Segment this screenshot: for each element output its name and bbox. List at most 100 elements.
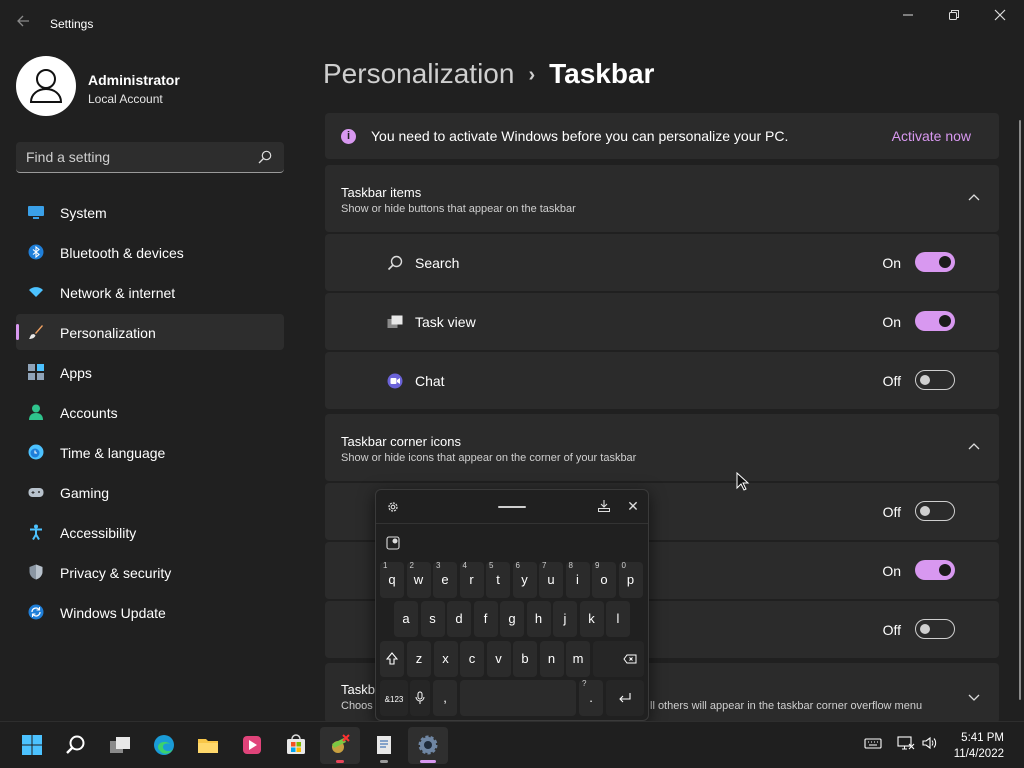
activate-now-link[interactable]: Activate now	[892, 128, 971, 144]
backspace-key[interactable]	[593, 641, 644, 677]
update-icon	[28, 604, 44, 620]
symbols-key[interactable]: &123	[380, 680, 408, 716]
clock-icon	[28, 444, 44, 460]
dock-icon[interactable]	[597, 499, 611, 513]
gear-icon	[418, 735, 438, 755]
drag-handle[interactable]	[498, 506, 526, 508]
key-l[interactable]: l	[606, 601, 630, 637]
key-h[interactable]: h	[526, 601, 551, 637]
taskbar-search-button[interactable]	[56, 727, 96, 764]
key-d[interactable]: d	[447, 601, 471, 637]
key-v[interactable]: v	[486, 641, 511, 677]
key-o[interactable]: o9	[592, 561, 616, 598]
sidebar-item-system[interactable]: System	[16, 194, 284, 230]
toggle-state: Off	[882, 622, 901, 638]
scrollbar[interactable]	[1019, 120, 1021, 700]
back-arrow-icon[interactable]	[16, 14, 34, 32]
page-title: Personalization › Taskbar	[323, 58, 654, 90]
key-label: o	[600, 572, 608, 587]
minimize-button[interactable]	[896, 8, 920, 26]
key-p[interactable]: p0	[618, 561, 643, 598]
start-button[interactable]	[12, 727, 52, 764]
activation-banner: i You need to activate Windows before yo…	[325, 113, 999, 159]
emoji-icon[interactable]	[386, 536, 400, 550]
notepad-button[interactable]	[364, 727, 404, 764]
key-u[interactable]: u7	[539, 561, 563, 598]
key-z[interactable]: z	[407, 641, 431, 677]
setting-label: Chat	[415, 373, 445, 389]
key-g[interactable]: g	[500, 601, 524, 637]
close-window-button[interactable]	[988, 8, 1012, 26]
search-toggle[interactable]	[915, 252, 955, 272]
sidebar-item-personalization[interactable]: Personalization	[16, 314, 284, 350]
microphone-key[interactable]	[410, 680, 430, 716]
key-t[interactable]: t5	[486, 561, 510, 598]
task-view-button[interactable]	[100, 727, 140, 764]
chevron-down-icon[interactable]	[967, 690, 981, 704]
store-button[interactable]	[276, 727, 316, 764]
sidebar-item-windows-update[interactable]: Windows Update	[16, 594, 284, 630]
file-explorer-button[interactable]	[188, 727, 228, 764]
network-icon[interactable]	[897, 734, 915, 752]
search-icon[interactable]	[258, 150, 272, 164]
sidebar-item-network[interactable]: Network & internet	[16, 274, 284, 310]
key-a[interactable]: a	[394, 601, 418, 637]
sidebar-item-gaming[interactable]: Gaming	[16, 474, 284, 510]
shift-key[interactable]	[380, 641, 404, 677]
key-j[interactable]: j	[553, 601, 577, 637]
sidebar-item-bluetooth[interactable]: Bluetooth & devices	[16, 234, 284, 270]
breadcrumb-current: Taskbar	[549, 58, 655, 89]
key-y[interactable]: y6	[512, 561, 537, 598]
sidebar-item-accessibility[interactable]: Accessibility	[16, 514, 284, 550]
period-key[interactable]: .?	[579, 679, 603, 716]
sidebar-item-privacy[interactable]: Privacy & security	[16, 554, 284, 590]
search-input[interactable]	[26, 147, 246, 167]
clock[interactable]: 5:41 PM 11/4/2022	[954, 730, 1004, 762]
key-e[interactable]: e3	[433, 561, 457, 598]
shield-icon	[28, 564, 44, 580]
key-i[interactable]: i8	[565, 561, 590, 598]
media-player-button[interactable]	[232, 727, 272, 764]
chat-toggle[interactable]	[915, 370, 955, 390]
gear-icon[interactable]	[386, 500, 400, 514]
sidebar-item-apps[interactable]: Apps	[16, 354, 284, 390]
corner-icon-toggle[interactable]	[915, 619, 955, 639]
sidebar-item-accounts[interactable]: Accounts	[16, 394, 284, 430]
key-k[interactable]: k	[579, 601, 604, 637]
settings-app-button[interactable]	[408, 727, 448, 764]
key-r[interactable]: r4	[459, 561, 484, 598]
volume-icon[interactable]	[921, 734, 939, 752]
corner-icon-toggle[interactable]	[915, 501, 955, 521]
key-x[interactable]: x	[433, 641, 458, 677]
restore-button[interactable]	[942, 8, 966, 26]
taskbar-corner-icons-header[interactable]: Taskbar corner icons Show or hide icons …	[325, 414, 999, 481]
corner-icon-toggle[interactable]	[915, 560, 955, 580]
key-c[interactable]: c	[460, 641, 484, 677]
task-view-toggle[interactable]	[915, 311, 955, 331]
close-icon[interactable]: ✕	[626, 498, 640, 514]
chevron-up-icon[interactable]	[967, 440, 981, 454]
chevron-up-icon[interactable]	[967, 191, 981, 205]
comma-key[interactable]: ,	[433, 680, 457, 716]
breadcrumb-parent[interactable]: Personalization	[323, 58, 514, 89]
keyboard-icon[interactable]	[864, 734, 882, 752]
sidebar-item-time-language[interactable]: Time & language	[16, 434, 284, 470]
key-label: y	[521, 572, 528, 587]
gamepad-icon	[28, 484, 44, 500]
search-box[interactable]	[16, 142, 284, 173]
enter-key[interactable]	[606, 680, 644, 716]
space-key[interactable]	[460, 680, 576, 716]
user-profile[interactable]: Administrator Local Account	[16, 56, 286, 120]
key-label: z	[415, 651, 423, 666]
app-button[interactable]	[320, 727, 360, 764]
key-f[interactable]: f	[473, 601, 498, 637]
sidebar-item-label: Bluetooth & devices	[60, 245, 184, 261]
group-title: Taskbar corner icons	[341, 434, 461, 449]
key-s[interactable]: s	[420, 601, 445, 637]
taskbar-items-header[interactable]: Taskbar items Show or hide buttons that …	[325, 165, 999, 232]
edge-browser-button[interactable]	[144, 727, 184, 764]
key-w[interactable]: w2	[406, 561, 431, 598]
key-b[interactable]: b	[513, 641, 537, 677]
key-q[interactable]: q1	[380, 561, 404, 598]
key-n[interactable]: n	[539, 641, 564, 677]
